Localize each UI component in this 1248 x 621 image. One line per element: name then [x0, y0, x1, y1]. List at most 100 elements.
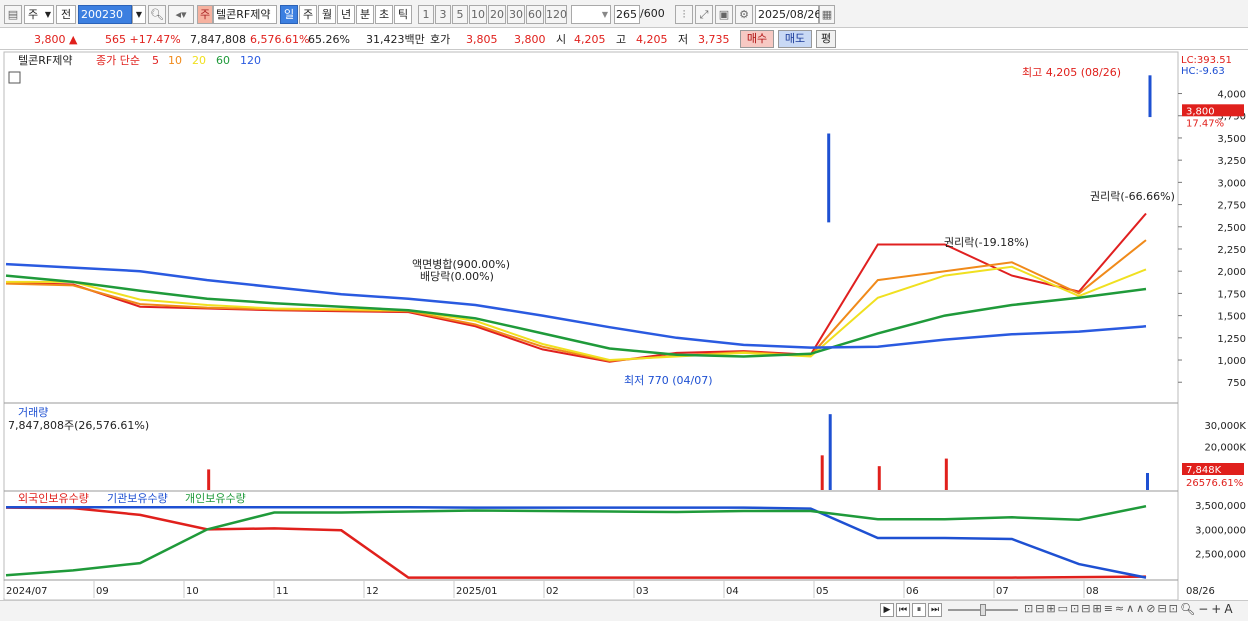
open-value: 4,205	[574, 33, 606, 46]
volume-subtitle: 7,847,808주(26,576.61%)	[8, 419, 149, 432]
y-tick-label: 2,750	[1217, 201, 1246, 212]
x-tick-label: 2024/07	[6, 586, 48, 597]
low-label: 저	[678, 33, 689, 46]
y-tick-label: 1,750	[1217, 289, 1246, 300]
code-dropdown-icon[interactable]: ▼	[132, 5, 146, 24]
period-tab-6[interactable]: 틱	[394, 5, 412, 24]
interval-tab-5[interactable]: 5	[452, 5, 468, 24]
last-pct-label: 17.47%	[1186, 118, 1224, 129]
y-tick-label: 2,500	[1217, 223, 1246, 234]
price-change: 565 +17.47%	[105, 33, 181, 46]
period-tab-2[interactable]: 월	[318, 5, 336, 24]
buy-button[interactable]: 매수	[740, 30, 774, 48]
tool-icons[interactable]: ⊡⊟⊞▭⊡⊟⊞≡≈∧∧⊘⊟⊡	[1024, 602, 1180, 615]
interval-tab-30[interactable]: 30	[507, 5, 525, 24]
zoom-icons[interactable]: 🔍︎−+A	[1180, 602, 1236, 616]
y-tick-label: 1,000	[1217, 356, 1246, 367]
ask-value: 3,805	[466, 33, 498, 46]
y-tick-label: 2,250	[1217, 245, 1246, 256]
period-tab-1[interactable]: 주	[299, 5, 317, 24]
volume-tick-label: 20,000K	[1204, 443, 1246, 454]
legend-ma-60: 60	[216, 54, 230, 67]
chevron-down-icon: ▼	[601, 10, 608, 19]
volume-bar	[207, 469, 211, 490]
ask-label: 호가	[430, 33, 451, 46]
hc-label: HC:-9.63	[1181, 66, 1225, 77]
holding-tick-label: 3,500,000	[1195, 501, 1246, 512]
line-tool-icon[interactable]: ⤢	[695, 5, 713, 24]
count-max-label: /600	[640, 7, 665, 20]
period-tab-0[interactable]: 일	[280, 5, 298, 24]
holding-legend-1: 기관보유수량	[107, 492, 168, 505]
x-tick-label: 03	[636, 586, 649, 597]
holding-legend-0: 외국인보유수량	[18, 492, 89, 505]
interval-tab-1[interactable]: 1	[418, 5, 434, 24]
volume-title: 거래량	[18, 406, 48, 419]
interval-tab-10[interactable]: 10	[469, 5, 487, 24]
high-value: 4,205	[636, 33, 668, 46]
y-tick-label: 3,250	[1217, 156, 1246, 167]
x-tick-label: 2025/01	[456, 586, 498, 597]
market-type-select[interactable]: 주 ▼	[24, 5, 54, 24]
holding-legend-2: 개인보유수량	[185, 492, 246, 505]
interval-tab-3[interactable]: 3	[435, 5, 451, 24]
volume-tick-label: 30,000K	[1204, 421, 1246, 432]
date-input[interactable]: 2025/08/26	[755, 5, 821, 24]
search-icon[interactable]: 🔍︎	[148, 5, 166, 24]
zoom-slider-handle[interactable]	[980, 604, 986, 616]
x-tick-label: 12	[366, 586, 379, 597]
calendar-icon[interactable]: ▦	[819, 5, 835, 24]
interval-select[interactable]: ▼	[571, 5, 611, 24]
chart-annotation: 권리락(-66.66%)	[1090, 190, 1175, 203]
count-input[interactable]: 265	[614, 5, 640, 24]
stock-tag-badge: 주	[197, 5, 213, 24]
x-tick-label: 08/26	[1186, 586, 1215, 597]
candle-style-icon[interactable]: ⫶	[675, 5, 693, 24]
interval-tab-60[interactable]: 60	[526, 5, 544, 24]
legend-ma-120: 120	[240, 54, 261, 67]
y-tick-label: 2,000	[1217, 267, 1246, 278]
last-icon[interactable]: ⏭	[928, 603, 942, 617]
period-tab-3[interactable]: 년	[337, 5, 355, 24]
holding-tick-label: 3,000,000	[1195, 525, 1246, 536]
pause-icon[interactable]: ⏸	[912, 603, 926, 617]
average-button[interactable]: 평	[816, 30, 836, 48]
holding-tick-label: 2,500,000	[1195, 549, 1246, 560]
amount-value: 31,423백만	[366, 33, 425, 46]
volume-bar	[828, 414, 832, 490]
y-tick-label: 750	[1227, 378, 1246, 389]
interval-tab-120[interactable]: 120	[545, 5, 567, 24]
legend-box-icon	[8, 71, 21, 84]
window-menu-icon[interactable]: ▤	[4, 5, 22, 24]
current-price: 3,800 ▲	[34, 33, 78, 46]
interval-tab-20[interactable]: 20	[488, 5, 506, 24]
x-tick-label: 09	[96, 586, 109, 597]
stock-chart[interactable]: 2024/07 09 10 11 12 2025/01 02 03 04 05 06 07 08 08/2…	[0, 50, 1248, 600]
gear-icon[interactable]: ⚙	[735, 5, 753, 24]
y-tick-label: 3,000	[1217, 178, 1246, 189]
market-type-value: 주	[28, 8, 39, 21]
x-tick-label: 05	[816, 586, 829, 597]
open-label: 시	[556, 33, 567, 46]
sell-button[interactable]: 매도	[778, 30, 812, 48]
scroll-right-icon[interactable]: ▶	[880, 603, 894, 617]
y-tick-label: 3,500	[1217, 134, 1246, 145]
period-tab-4[interactable]: 분	[356, 5, 374, 24]
chart-annotation: 최저 770 (04/07)	[624, 374, 713, 387]
lc-label: LC:393.51	[1181, 55, 1232, 66]
x-tick-label: 02	[546, 586, 559, 597]
bid-value: 3,800	[514, 33, 546, 46]
chart-annotation: 최고 4,205 (08/26)	[1022, 66, 1121, 79]
legend-ma-5: 5	[152, 54, 159, 67]
first-icon[interactable]: ⏮	[896, 603, 910, 617]
stock-code-input[interactable]: 200230	[78, 5, 132, 24]
save-icon[interactable]: ▣	[715, 5, 733, 24]
legend-label: 종가 단순	[96, 54, 140, 67]
y-tick-label: 1,500	[1217, 312, 1246, 323]
period-tab-5[interactable]: 초	[375, 5, 393, 24]
x-tick-label: 11	[276, 586, 289, 597]
prev-button[interactable]: 전	[56, 5, 76, 24]
speaker-icon[interactable]: ◂▾	[168, 5, 194, 24]
volume-last-pct: 26576.61%	[1186, 478, 1243, 489]
legend-ma-20: 20	[192, 54, 206, 67]
